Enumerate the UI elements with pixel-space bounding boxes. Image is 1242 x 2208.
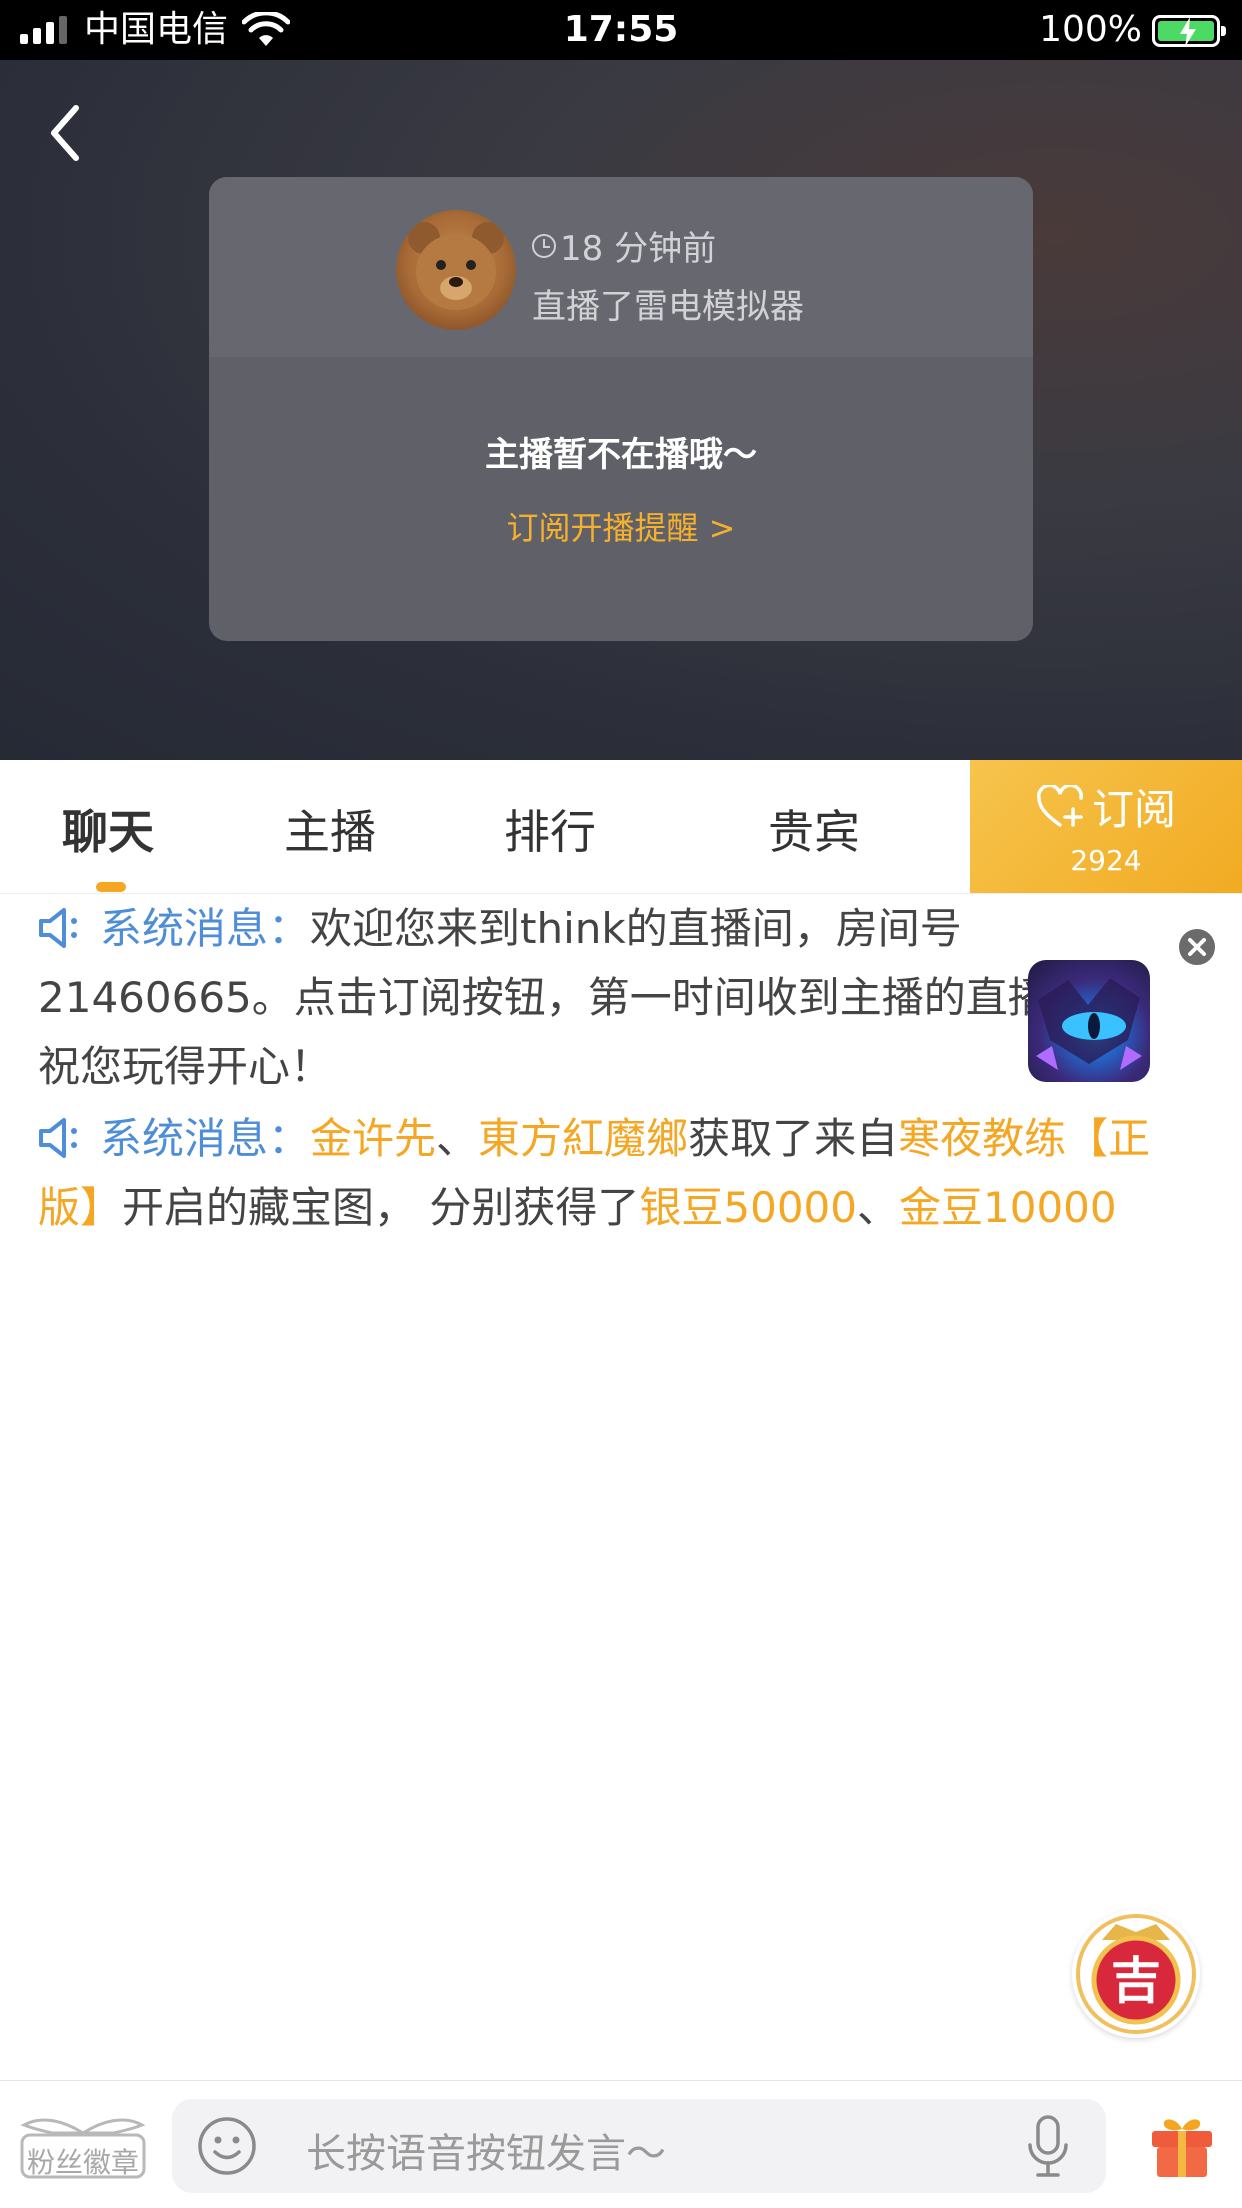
- microphone-icon[interactable]: [1020, 2113, 1076, 2179]
- offline-card: 18 分钟前 直播了雷电模拟器 主播暂不在播哦～ 订阅开播提醒 >: [209, 177, 1033, 641]
- offline-message: 主播暂不在播哦～: [485, 435, 757, 475]
- lucky-character: 吉: [1111, 1952, 1161, 2010]
- system-label: 系统消息：: [100, 904, 311, 953]
- last-stream-title: 直播了雷电模拟器: [532, 287, 804, 327]
- user-name[interactable]: 東方紅魔鄉: [478, 1114, 688, 1163]
- subscribe-button[interactable]: 订阅 2924: [970, 760, 1242, 893]
- clock-icon: [532, 233, 556, 258]
- game-promo-icon[interactable]: [1028, 960, 1150, 1082]
- streamer-avatar[interactable]: [396, 210, 516, 330]
- user-name[interactable]: 金许先: [310, 1114, 436, 1163]
- battery-percent: 100%: [1039, 9, 1142, 50]
- close-promo-icon[interactable]: [1176, 926, 1218, 968]
- fan-badge-label: 粉丝徽章: [26, 2146, 139, 2179]
- system-label: 系统消息：: [100, 1114, 311, 1163]
- reward-item: 银豆50000: [639, 1183, 857, 1232]
- bottom-input-bar: 粉丝徽章 长按语音按钮发言～: [0, 2080, 1242, 2208]
- live-player-area: 18 分钟前 直播了雷电模拟器 主播暂不在播哦～ 订阅开播提醒 >: [0, 60, 1242, 760]
- back-icon[interactable]: [40, 98, 90, 168]
- chat-input[interactable]: 长按语音按钮发言～: [172, 2099, 1106, 2193]
- tab-chat[interactable]: 聊天: [62, 796, 154, 862]
- subscribe-label: 订阅: [1091, 785, 1176, 834]
- lucky-draw-badge[interactable]: 吉: [1072, 1910, 1200, 2038]
- battery-icon: [1152, 15, 1226, 47]
- speaker-icon: [39, 908, 77, 948]
- emoji-icon[interactable]: [196, 2115, 258, 2177]
- room-tabs: 聊天 主播 排行 贵宾 订阅 2924: [0, 760, 1242, 894]
- tab-vip[interactable]: 贵宾: [768, 796, 860, 862]
- tab-streamer[interactable]: 主播: [284, 796, 376, 862]
- status-bar: 中国电信 17:55 100%: [0, 0, 1242, 60]
- tab-ranking[interactable]: 排行: [504, 796, 596, 862]
- gift-icon[interactable]: [1148, 2113, 1216, 2179]
- subscribe-reminder-link[interactable]: 订阅开播提醒 >: [209, 503, 1033, 549]
- last-live-time: 18 分钟前: [532, 221, 716, 270]
- active-tab-indicator: [96, 882, 126, 892]
- subscriber-count: 2924: [1070, 844, 1142, 877]
- fan-badge-button[interactable]: 粉丝徽章: [18, 2111, 148, 2181]
- bear-avatar-image: [408, 222, 504, 310]
- chat-input-placeholder: 长按语音按钮发言～: [306, 2131, 666, 2177]
- chat-message: 系统消息：金许先、東方紅魔鄉获取了来自寒夜教练【正版】开启的藏宝图， 分别获得了…: [38, 1114, 1151, 1232]
- reward-item: 金豆10000: [899, 1183, 1117, 1232]
- speaker-icon: [39, 1118, 77, 1158]
- heart-plus-icon: [1037, 784, 1083, 827]
